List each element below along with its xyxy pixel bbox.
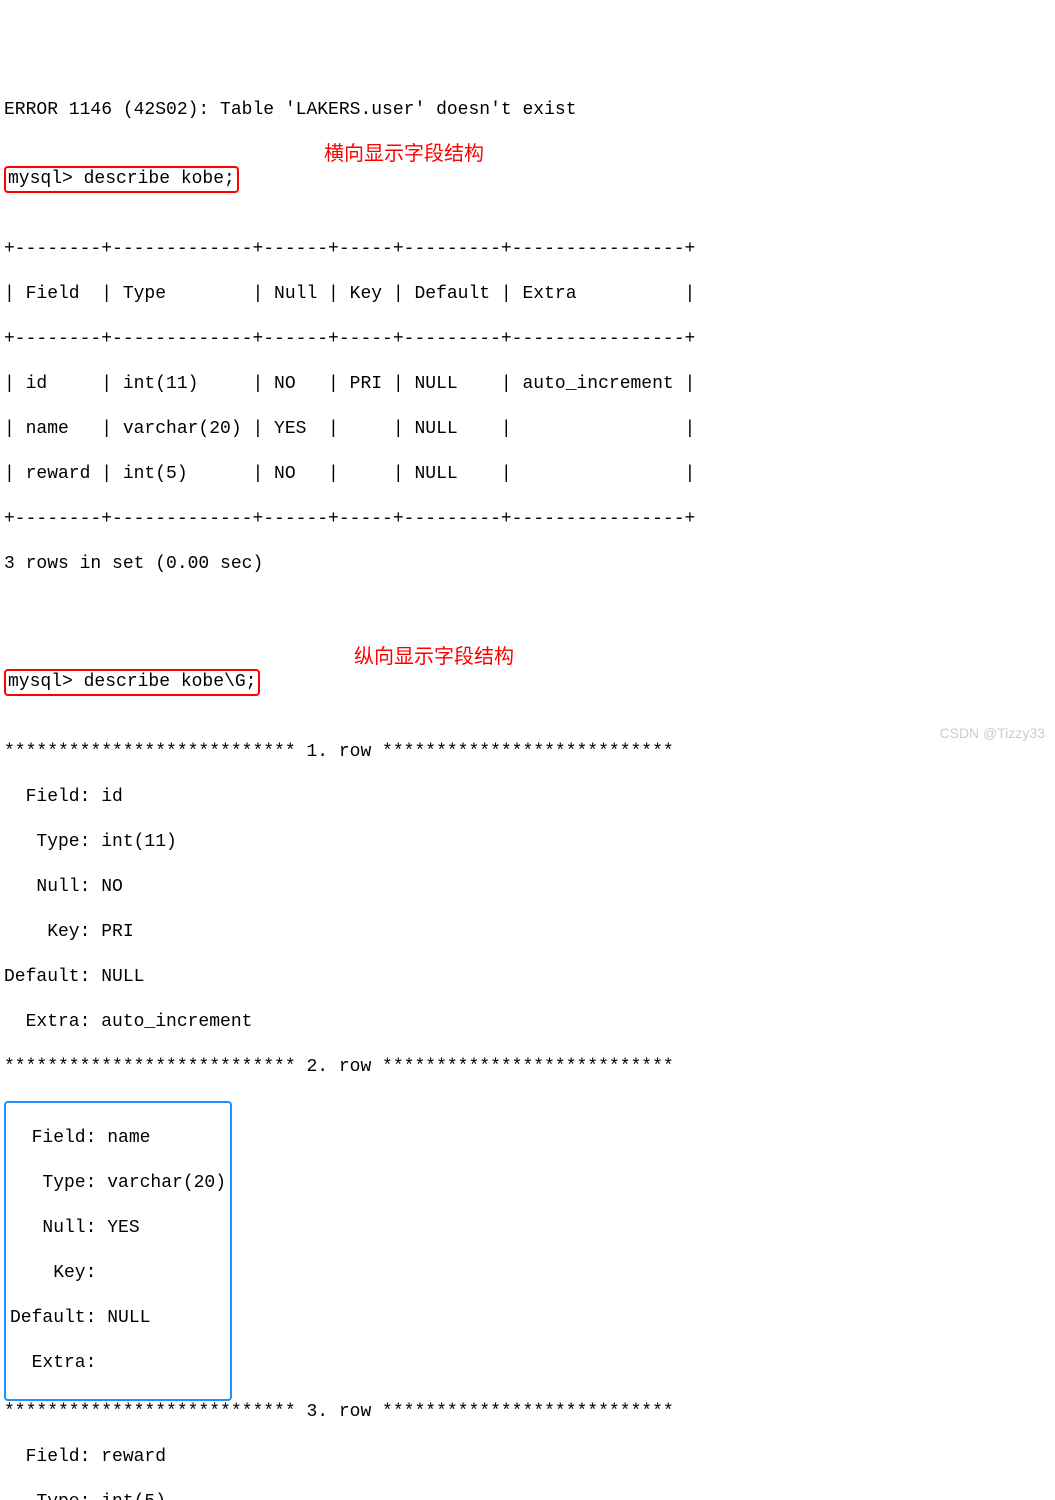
- field-line: Extra:: [10, 1352, 226, 1375]
- terminal-output: ERROR 1146 (42S02): Table 'LAKERS.user' …: [0, 90, 1055, 1500]
- annotation-horizontal: 横向显示字段结构: [324, 142, 484, 167]
- row-header: *************************** 2. row *****…: [4, 1056, 1051, 1079]
- field-line: Key: PRI: [4, 921, 1051, 944]
- field-line: Extra: auto_increment: [4, 1011, 1051, 1034]
- field-line: Field: id: [4, 786, 1051, 809]
- table-row: | name | varchar(20) | YES | | NULL | |: [4, 418, 1051, 441]
- field-line: Default: NULL: [4, 966, 1051, 989]
- watermark: CSDN @Tizzy33: [940, 725, 1046, 743]
- field-line: Type: int(5): [4, 1491, 1051, 1500]
- result-footer: 3 rows in set (0.00 sec): [4, 553, 1051, 576]
- error-line: ERROR 1146 (42S02): Table 'LAKERS.user' …: [4, 99, 1051, 122]
- annotation-vertical: 纵向显示字段结构: [354, 645, 514, 670]
- field-line: Field: name: [10, 1127, 226, 1150]
- table-separator: +--------+-------------+------+-----+---…: [4, 238, 1051, 261]
- command-describe-horizontal: mysql> describe kobe;: [4, 166, 239, 193]
- highlighted-row-2: Field: name Type: varchar(20) Null: YES …: [4, 1101, 232, 1402]
- field-line: Null: NO: [4, 876, 1051, 899]
- table-row: | reward | int(5) | NO | | NULL | |: [4, 463, 1051, 486]
- table-separator: +--------+-------------+------+-----+---…: [4, 328, 1051, 351]
- field-line: Field: reward: [4, 1446, 1051, 1469]
- table-header: | Field | Type | Null | Key | Default | …: [4, 283, 1051, 306]
- field-line: Type: int(11): [4, 831, 1051, 854]
- table-row: | id | int(11) | NO | PRI | NULL | auto_…: [4, 373, 1051, 396]
- field-line: Key:: [10, 1262, 226, 1285]
- field-line: Type: varchar(20): [10, 1172, 226, 1195]
- field-line: Null: YES: [10, 1217, 226, 1240]
- row-header: *************************** 3. row *****…: [4, 1401, 1051, 1424]
- command-describe-vertical: mysql> describe kobe\G;: [4, 669, 260, 696]
- table-separator: +--------+-------------+------+-----+---…: [4, 508, 1051, 531]
- field-line: Default: NULL: [10, 1307, 226, 1330]
- row-header: *************************** 1. row *****…: [4, 741, 1051, 764]
